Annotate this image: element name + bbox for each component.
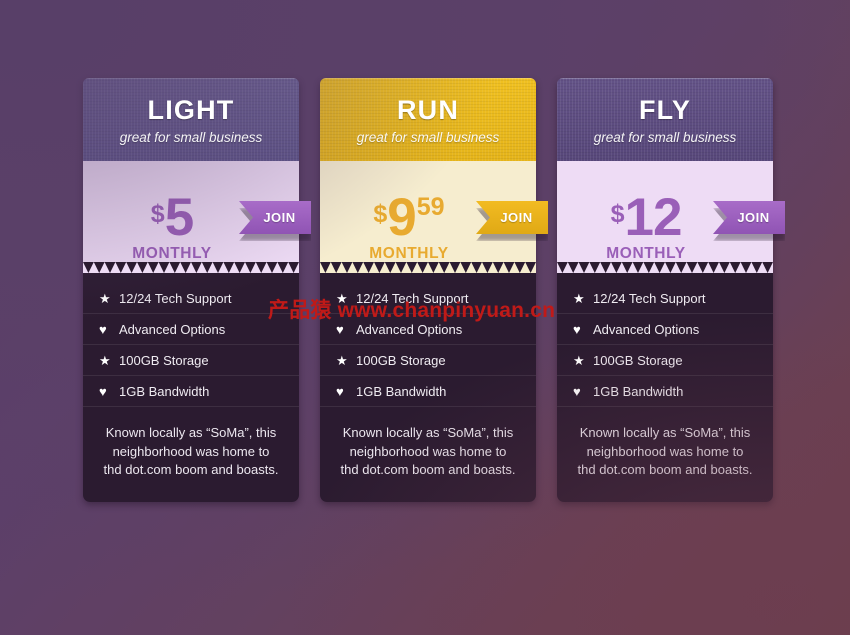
- price-amount: 12: [624, 188, 682, 247]
- feature-row: ★ 100GB Storage: [320, 345, 536, 376]
- currency-symbol: $: [373, 200, 388, 228]
- join-button-label: JOIN: [263, 210, 296, 225]
- plan-description: Known locally as “SoMa”, this neighborho…: [340, 425, 516, 477]
- currency-symbol: $: [150, 200, 165, 228]
- price-section-run: $959 MONTHLY JOIN: [320, 161, 548, 271]
- feature-row: ★ 12/24 Tech Support: [557, 283, 773, 314]
- zigzag-divider: [557, 260, 773, 273]
- feature-row: ★ 100GB Storage: [557, 345, 773, 376]
- join-button-label: JOIN: [500, 210, 533, 225]
- heart-icon: ♥: [99, 321, 107, 337]
- plan-name: RUN: [396, 95, 460, 125]
- feature-row: ★ 12/24 Tech Support: [83, 283, 299, 314]
- star-icon: ★: [573, 290, 585, 306]
- card-header-light: LIGHT great for small business: [83, 78, 299, 161]
- currency-symbol: $: [610, 200, 625, 228]
- card-body-fly: ★ 12/24 Tech Support ♥ Advanced Options ★ 100…: [557, 271, 773, 502]
- plan-tagline: great for small business: [119, 130, 263, 145]
- feature-label: 100GB Storage: [356, 352, 446, 368]
- feature-label: 12/24 Tech Support: [356, 290, 469, 306]
- feature-label: 100GB Storage: [593, 352, 683, 368]
- plan-name: LIGHT: [147, 95, 235, 125]
- join-button-label: JOIN: [737, 210, 770, 225]
- heart-icon: ♥: [336, 321, 344, 337]
- zigzag-divider: [83, 260, 299, 273]
- price-section-fly: $12 MONTHLY JOIN: [557, 161, 785, 271]
- star-icon: ★: [99, 290, 111, 306]
- star-icon: ★: [336, 290, 348, 306]
- price-section-light: $5 MONTHLY JOIN: [83, 161, 311, 271]
- feature-label: Advanced Options: [356, 321, 463, 337]
- heart-icon: ♥: [573, 321, 581, 337]
- heart-icon: ♥: [99, 383, 107, 399]
- feature-row: ★ 100GB Storage: [83, 345, 299, 376]
- card-body-light: ★ 12/24 Tech Support ♥ Advanced Options ★ 100…: [83, 271, 299, 502]
- plan-name: FLY: [638, 95, 692, 125]
- pricing-table: LIGHT great for small business $5 MONTHLY JO…: [83, 78, 785, 502]
- price-amount-line: $5: [150, 188, 195, 247]
- feature-row: ★ 12/24 Tech Support: [320, 283, 536, 314]
- feature-row: ♥ 1GB Bandwidth: [320, 376, 536, 407]
- price-amount: 9: [387, 188, 417, 247]
- card-header-fly: FLY great for small business: [557, 78, 773, 161]
- zigzag-divider: [320, 260, 536, 273]
- feature-row: ♥ 1GB Bandwidth: [83, 376, 299, 407]
- plan-tagline: great for small business: [593, 130, 737, 145]
- feature-row: ♥ Advanced Options: [557, 314, 773, 345]
- price-amount-line: $959: [373, 191, 444, 244]
- feature-row: ♥ Advanced Options: [83, 314, 299, 345]
- plan-description: Known locally as “SoMa”, this neighborho…: [577, 425, 753, 477]
- pricing-card-fly: FLY great for small business $12 MONTHLY JOI…: [557, 78, 785, 502]
- heart-icon: ♥: [573, 383, 581, 399]
- plan-tagline: great for small business: [356, 130, 500, 145]
- feature-label: 1GB Bandwidth: [119, 383, 210, 399]
- card-body-run: ★ 12/24 Tech Support ♥ Advanced Options ★ 100…: [320, 271, 536, 502]
- pricing-card-light: LIGHT great for small business $5 MONTHLY JO…: [83, 78, 311, 502]
- star-icon: ★: [336, 352, 348, 368]
- star-icon: ★: [573, 352, 585, 368]
- pricing-card-run: RUN great for small business $959 MONTHLY JO…: [320, 78, 548, 502]
- feature-label: Advanced Options: [593, 321, 700, 337]
- star-icon: ★: [99, 352, 111, 368]
- card-header-run: RUN great for small business: [320, 78, 536, 161]
- price-cents: 59: [416, 193, 445, 221]
- feature-label: 1GB Bandwidth: [593, 383, 684, 399]
- feature-label: Advanced Options: [119, 321, 226, 337]
- feature-label: 12/24 Tech Support: [593, 290, 706, 306]
- feature-row: ♥ 1GB Bandwidth: [557, 376, 773, 407]
- feature-label: 1GB Bandwidth: [356, 383, 447, 399]
- feature-label: 12/24 Tech Support: [119, 290, 232, 306]
- feature-label: 100GB Storage: [119, 352, 209, 368]
- price-amount-line: $12: [610, 188, 683, 247]
- plan-description: Known locally as “SoMa”, this neighborho…: [103, 425, 279, 477]
- price-amount: 5: [164, 188, 195, 247]
- pricing-page: LIGHT great for small business $5 MONTHLY JO…: [0, 0, 850, 635]
- feature-row: ♥ Advanced Options: [320, 314, 536, 345]
- heart-icon: ♥: [336, 383, 344, 399]
